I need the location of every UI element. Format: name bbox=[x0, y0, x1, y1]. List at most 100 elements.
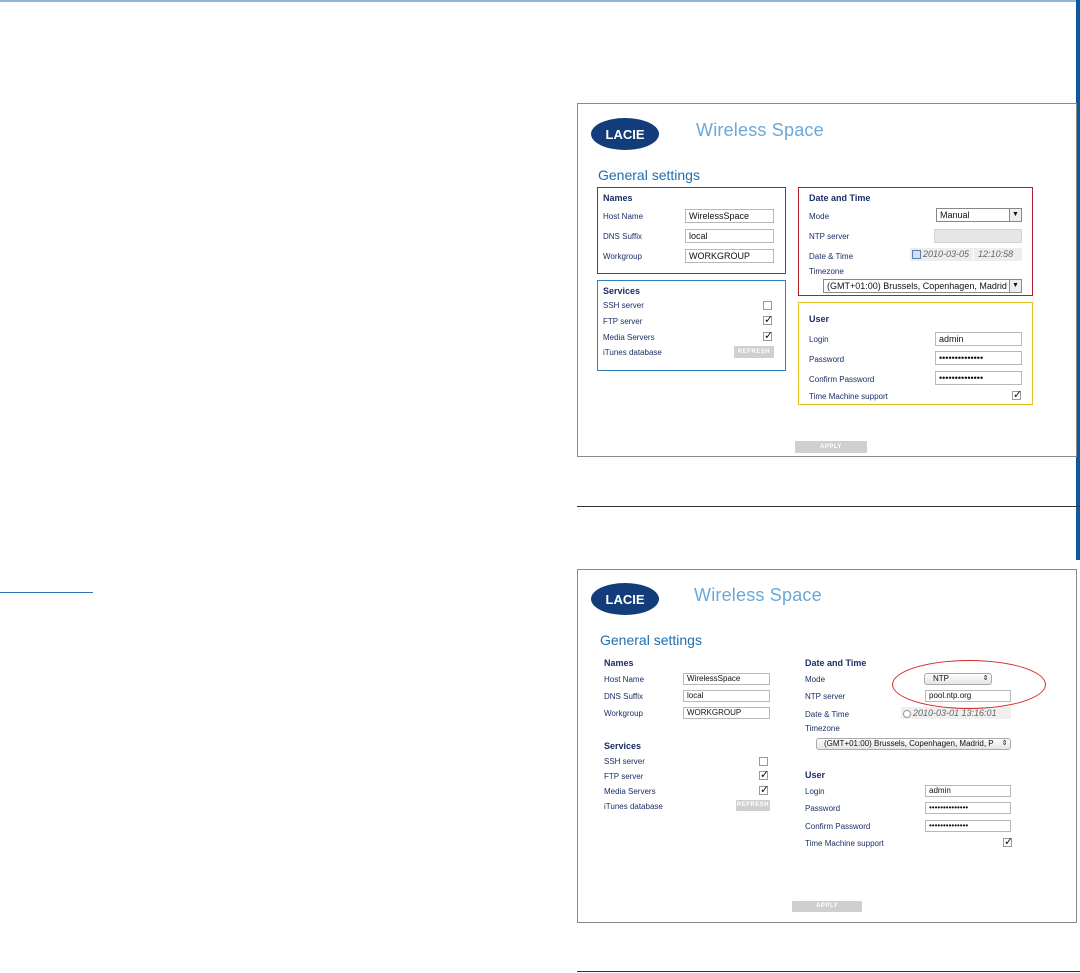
date-time-label: Date & Time bbox=[805, 710, 850, 719]
names-section: Names Host Name WirelessSpace DNS Suffix… bbox=[600, 656, 780, 726]
host-name-input[interactable]: WirelessSpace bbox=[683, 673, 770, 685]
login-input[interactable]: admin bbox=[925, 785, 1011, 797]
password-input[interactable]: •••••••••••••• bbox=[935, 351, 1022, 365]
time-machine-checkbox[interactable]: ✓ bbox=[1003, 837, 1013, 848]
media-servers-label: Media Servers bbox=[604, 787, 656, 796]
svg-text:LACIE: LACIE bbox=[606, 592, 645, 607]
ssh-label: SSH server bbox=[604, 757, 645, 766]
user-title: User bbox=[805, 770, 826, 780]
app-title: Wireless Space bbox=[694, 585, 822, 605]
ssh-label: SSH server bbox=[603, 301, 644, 310]
ssh-checkbox[interactable] bbox=[763, 301, 772, 310]
names-title: Names bbox=[604, 658, 634, 668]
page-heading: General settings bbox=[598, 167, 700, 183]
ssh-checkbox[interactable] bbox=[759, 757, 768, 766]
date-value: 2010-03-05 bbox=[923, 249, 970, 259]
host-name-input[interactable]: WirelessSpace bbox=[685, 209, 774, 223]
date-time-field[interactable]: 2010-03-01 13:16:01 bbox=[901, 707, 1011, 719]
names-panel: Names Host Name WirelessSpace DNS Suffix… bbox=[597, 187, 786, 274]
ftp-label: FTP server bbox=[603, 317, 643, 326]
ntp-server-input[interactable] bbox=[934, 229, 1022, 243]
host-name-label: Host Name bbox=[604, 675, 645, 684]
datetime-title: Date and Time bbox=[805, 658, 867, 668]
date-time-label: Date & Time bbox=[809, 252, 854, 261]
mode-select[interactable]: Manual ▼ bbox=[936, 208, 1022, 222]
separator-rule bbox=[577, 971, 1080, 972]
services-title: Services bbox=[603, 286, 641, 296]
dns-suffix-input[interactable]: local bbox=[683, 690, 770, 702]
timezone-select[interactable]: (GMT+01:00) Brussels, Copenhagen, Madrid… bbox=[823, 279, 1022, 293]
lacie-logo: LACIE bbox=[590, 117, 660, 151]
time-machine-label: Time Machine support bbox=[805, 839, 884, 848]
itunes-label: iTunes database bbox=[604, 802, 663, 811]
screenshot-manual-mode: LACIE Wireless Space General settings Na… bbox=[577, 103, 1077, 457]
updown-arrow-icon: ⇕ bbox=[1001, 740, 1008, 747]
confirm-password-label: Confirm Password bbox=[805, 822, 871, 831]
services-title: Services bbox=[604, 741, 642, 751]
mode-highlight-circle bbox=[892, 660, 1046, 709]
names-title: Names bbox=[603, 193, 633, 203]
refresh-button[interactable]: REFRESH bbox=[734, 346, 774, 358]
confirm-password-input[interactable]: •••••••••••••• bbox=[935, 371, 1022, 385]
calendar-icon[interactable] bbox=[912, 250, 921, 260]
document-link-underline[interactable] bbox=[0, 592, 93, 593]
time-value: 12:10:58 bbox=[978, 249, 1014, 259]
svg-text:LACIE: LACIE bbox=[606, 127, 645, 142]
mode-label: Mode bbox=[809, 212, 830, 221]
host-name-label: Host Name bbox=[603, 212, 644, 221]
clock-icon[interactable] bbox=[903, 709, 911, 718]
itunes-label: iTunes database bbox=[603, 348, 662, 357]
user-title: User bbox=[809, 314, 830, 324]
login-label: Login bbox=[805, 787, 825, 796]
ftp-checkbox[interactable]: ✓ bbox=[759, 770, 769, 781]
services-section: Services SSH server FTP server ✓ Media S… bbox=[600, 739, 780, 814]
dns-suffix-label: DNS Suffix bbox=[604, 692, 643, 701]
login-label: Login bbox=[809, 335, 829, 344]
login-input[interactable]: admin bbox=[935, 332, 1022, 346]
timezone-label: Timezone bbox=[809, 267, 844, 276]
top-rule bbox=[0, 0, 1080, 2]
timezone-value: (GMT+01:00) Brussels, Copenhagen, Madrid… bbox=[824, 739, 994, 748]
apply-button[interactable]: APPLY bbox=[792, 901, 862, 912]
page-heading: General settings bbox=[600, 632, 702, 648]
date-time-field[interactable]: 2010-03-05 12:10:58 bbox=[910, 248, 1022, 261]
media-servers-checkbox[interactable]: ✓ bbox=[763, 331, 773, 342]
workgroup-label: Workgroup bbox=[604, 709, 643, 718]
confirm-password-input[interactable]: •••••••••••••• bbox=[925, 820, 1011, 832]
services-panel: Services SSH server FTP server ✓ Media S… bbox=[597, 280, 786, 371]
mode-label: Mode bbox=[805, 675, 826, 684]
date-time-value: 2010-03-01 13:16:01 bbox=[913, 708, 997, 718]
dropdown-arrow-icon: ▼ bbox=[1009, 209, 1021, 221]
ftp-checkbox[interactable]: ✓ bbox=[763, 315, 773, 326]
confirm-password-label: Confirm Password bbox=[809, 375, 875, 384]
media-servers-label: Media Servers bbox=[603, 333, 655, 342]
timezone-label: Timezone bbox=[805, 724, 840, 733]
screenshot-ntp-mode: LACIE Wireless Space General settings Na… bbox=[577, 569, 1077, 923]
timezone-value: (GMT+01:00) Brussels, Copenhagen, Madrid bbox=[827, 281, 1007, 291]
lacie-logo: LACIE bbox=[590, 582, 660, 616]
time-machine-checkbox[interactable]: ✓ bbox=[1012, 390, 1022, 401]
separator-rule bbox=[577, 506, 1080, 507]
datetime-title: Date and Time bbox=[809, 193, 871, 203]
password-label: Password bbox=[809, 355, 845, 364]
dns-suffix-input[interactable]: local bbox=[685, 229, 774, 243]
workgroup-input[interactable]: WORKGROUP bbox=[683, 707, 770, 719]
apply-button[interactable]: APPLY bbox=[795, 441, 867, 453]
ftp-label: FTP server bbox=[604, 772, 644, 781]
user-panel: User Login admin Password ••••••••••••••… bbox=[798, 302, 1033, 405]
workgroup-label: Workgroup bbox=[603, 252, 642, 261]
dropdown-arrow-icon: ▼ bbox=[1009, 280, 1021, 292]
user-section: User Login admin Password ••••••••••••••… bbox=[803, 768, 1018, 853]
time-machine-label: Time Machine support bbox=[809, 392, 888, 401]
media-servers-checkbox[interactable]: ✓ bbox=[759, 785, 769, 796]
refresh-button[interactable]: REFRESH bbox=[736, 800, 770, 811]
password-input[interactable]: •••••••••••••• bbox=[925, 802, 1011, 814]
ntp-server-label: NTP server bbox=[805, 692, 846, 701]
password-label: Password bbox=[805, 804, 841, 813]
workgroup-input[interactable]: WORKGROUP bbox=[685, 249, 774, 263]
mode-value: Manual bbox=[940, 210, 970, 220]
dns-suffix-label: DNS Suffix bbox=[603, 232, 642, 241]
timezone-select[interactable]: (GMT+01:00) Brussels, Copenhagen, Madrid… bbox=[816, 738, 1011, 750]
datetime-panel: Date and Time Mode Manual ▼ NTP server Da… bbox=[798, 187, 1033, 296]
app-title: Wireless Space bbox=[696, 120, 824, 140]
